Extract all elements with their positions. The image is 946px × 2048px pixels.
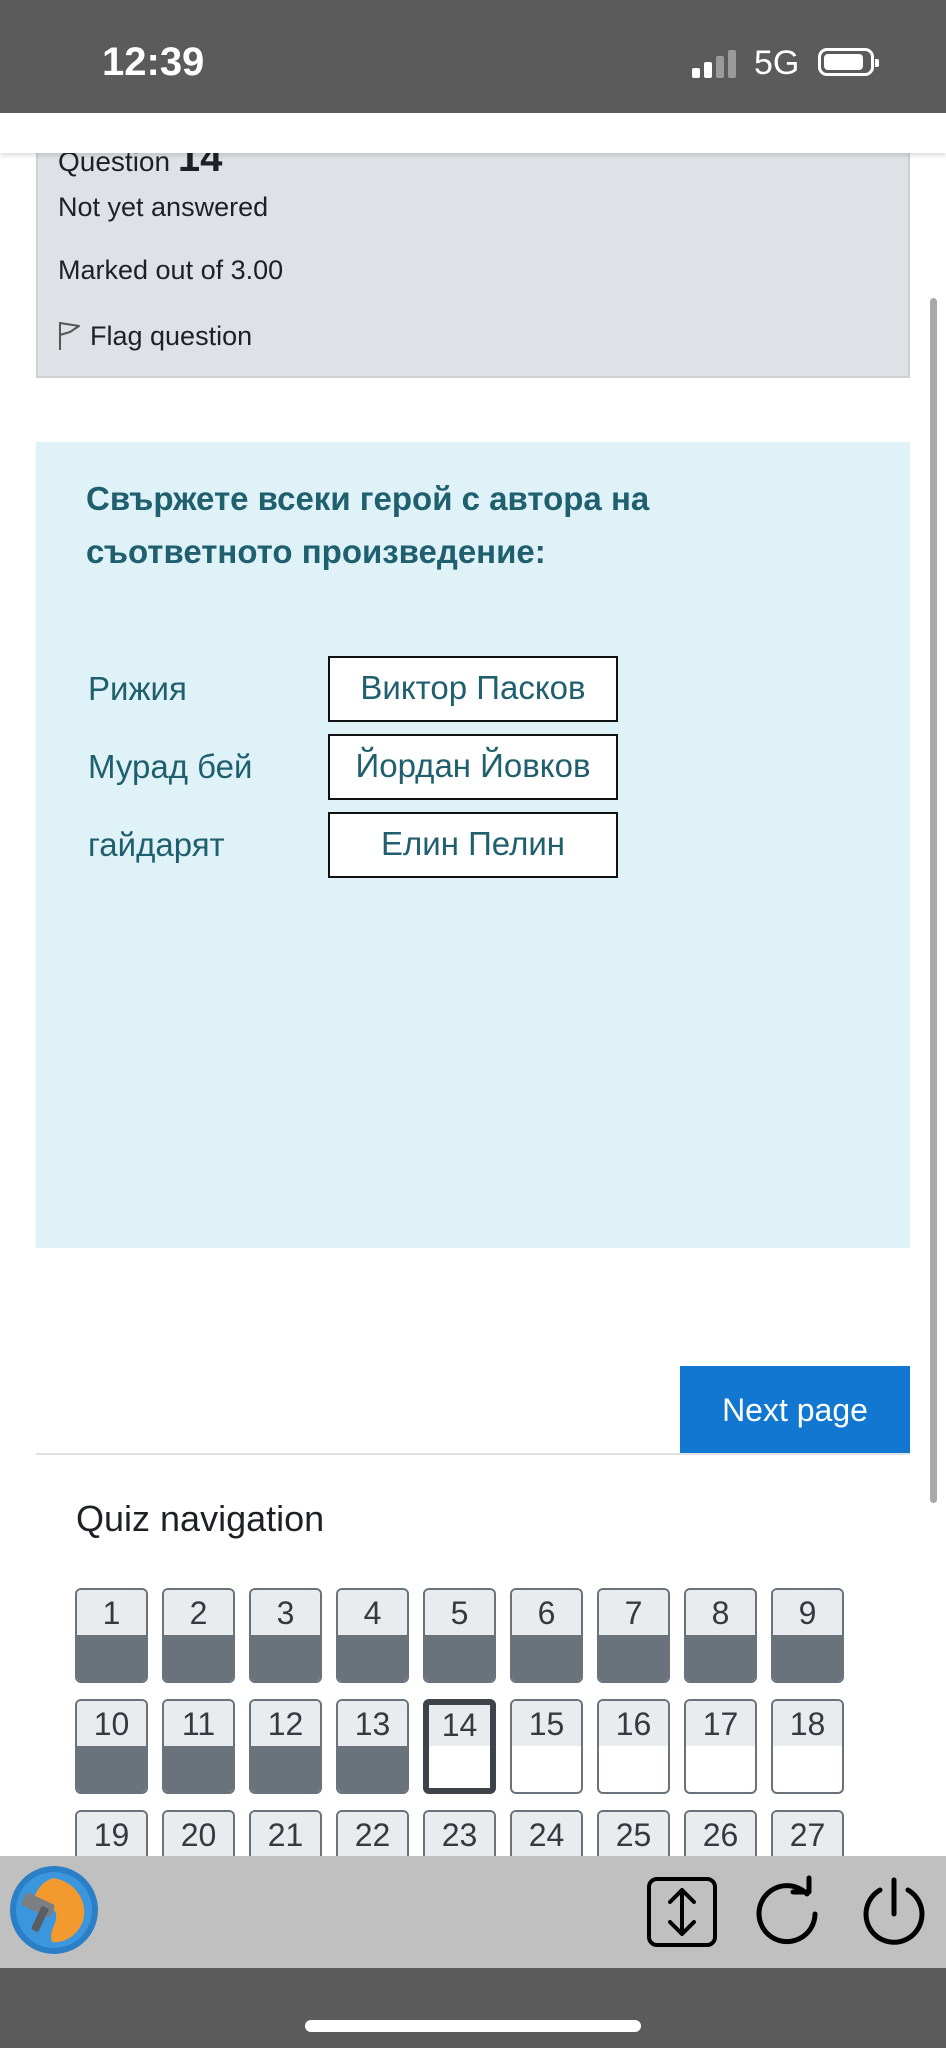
quiz-nav-button[interactable]: 20 [162, 1810, 235, 1858]
quiz-nav-button-number: 23 [425, 1812, 494, 1857]
quiz-nav-button-number: 10 [77, 1701, 146, 1746]
reload-icon[interactable] [749, 1874, 825, 1950]
page-header-strip [0, 113, 946, 153]
next-page-button[interactable]: Next page [680, 1366, 910, 1454]
home-indicator-area [0, 1968, 946, 2048]
quiz-nav-button-number: 8 [686, 1590, 755, 1635]
app-logo-icon[interactable] [8, 1864, 100, 1956]
quiz-nav-button-state [251, 1746, 320, 1792]
status-time: 12:39 [102, 40, 205, 84]
power-icon[interactable] [856, 1874, 932, 1950]
quiz-nav-button-number: 9 [773, 1590, 842, 1635]
quiz-nav-button-number: 11 [164, 1701, 233, 1746]
quiz-navigation-title: Quiz navigation [76, 1498, 325, 1539]
quiz-nav-button[interactable]: 4 [336, 1588, 409, 1683]
quiz-nav-button-state [251, 1635, 320, 1681]
status-bar: 12:39 5G [0, 0, 946, 113]
quiz-nav-button-number: 12 [251, 1701, 320, 1746]
quiz-nav-button-state [338, 1746, 407, 1792]
question-content: Свържете всеки герой с автора на съответ… [36, 442, 910, 1248]
quiz-nav-button-number: 14 [429, 1705, 490, 1746]
quiz-nav-button-state [773, 1635, 842, 1681]
quiz-nav-button-number: 18 [773, 1701, 842, 1746]
quiz-nav-button[interactable]: 16 [597, 1699, 670, 1794]
quiz-nav-button[interactable]: 15 [510, 1699, 583, 1794]
quiz-nav-button-number: 21 [251, 1812, 320, 1857]
quiz-nav-button[interactable]: 8 [684, 1588, 757, 1683]
quiz-nav-button[interactable]: 10 [75, 1699, 148, 1794]
quiz-nav-button-number: 13 [338, 1701, 407, 1746]
quiz-nav-button-number: 22 [338, 1812, 407, 1857]
quiz-nav-button-number: 15 [512, 1701, 581, 1746]
question-marks: Marked out of 3.00 [58, 255, 284, 285]
quiz-nav-button-number: 26 [686, 1812, 755, 1857]
quiz-nav-button[interactable]: 25 [597, 1810, 670, 1858]
bottom-toolbar [0, 1856, 946, 1968]
expand-vertical-icon[interactable] [644, 1874, 720, 1950]
quiz-nav-button[interactable]: 9 [771, 1588, 844, 1683]
quiz-nav-button[interactable]: 19 [75, 1810, 148, 1858]
quiz-nav-button-state [599, 1635, 668, 1681]
quiz-nav-button-number: 3 [251, 1590, 320, 1635]
quiz-nav-button[interactable]: 2 [162, 1588, 235, 1683]
match-stem: Рижия [88, 670, 187, 707]
quiz-nav-button-number: 19 [77, 1812, 146, 1857]
match-stem: гайдарят [88, 826, 225, 863]
match-stem: Мурад бей [88, 748, 253, 785]
question-text: Свържете всеки герой с автора на съответ… [86, 480, 650, 570]
flag-question-label: Flag question [90, 320, 253, 351]
quiz-nav-button-number: 7 [599, 1590, 668, 1635]
quiz-nav-button[interactable]: 14 [423, 1699, 496, 1794]
quiz-nav-button-state [686, 1635, 755, 1681]
quiz-nav-button-state [77, 1746, 146, 1792]
match-answer-select[interactable]: Елин Пелин [328, 812, 618, 878]
quiz-nav-button-number: 5 [425, 1590, 494, 1635]
quiz-nav-button-state [425, 1635, 494, 1681]
quiz-navigation-grid: 1 2 3 4 5 6 7 8 9 10 11 12 13 14 15 16 17 18 19 20 21 22 23 24 2… [75, 1588, 875, 1858]
quiz-nav-button[interactable]: 13 [336, 1699, 409, 1794]
quiz-nav-button-number: 2 [164, 1590, 233, 1635]
quiz-nav-button-state [512, 1635, 581, 1681]
quiz-nav-button-number: 4 [338, 1590, 407, 1635]
quiz-nav-button-number: 16 [599, 1701, 668, 1746]
quiz-nav-button[interactable]: 3 [249, 1588, 322, 1683]
quiz-nav-button-number: 17 [686, 1701, 755, 1746]
question-info: Question 14 Not yet answered Marked out … [36, 136, 910, 378]
home-indicator[interactable] [305, 2020, 641, 2032]
quiz-nav-button[interactable]: 21 [249, 1810, 322, 1858]
quiz-nav-button[interactable]: 27 [771, 1810, 844, 1858]
quiz-nav-button[interactable]: 22 [336, 1810, 409, 1858]
quiz-nav-button-number: 25 [599, 1812, 668, 1857]
battery-icon [818, 48, 879, 76]
quiz-nav-button[interactable]: 5 [423, 1588, 496, 1683]
quiz-nav-button-state [164, 1635, 233, 1681]
quiz-nav-button-number: 24 [512, 1812, 581, 1857]
quiz-nav-button-state [77, 1635, 146, 1681]
quiz-nav-button[interactable]: 6 [510, 1588, 583, 1683]
quiz-nav-button-state [338, 1635, 407, 1681]
quiz-nav-button[interactable]: 24 [510, 1810, 583, 1858]
quiz-nav-button[interactable]: 7 [597, 1588, 670, 1683]
match-answer-select[interactable]: Йордан Йовков [328, 734, 618, 800]
quiz-nav-button[interactable]: 11 [162, 1699, 235, 1794]
quiz-nav-button[interactable]: 17 [684, 1699, 757, 1794]
match-answer-select[interactable]: Виктор Пасков [328, 656, 618, 722]
network-type: 5G [754, 44, 800, 82]
signal-icon [692, 50, 738, 78]
scrollbar[interactable] [930, 298, 937, 1503]
quiz-nav-button-number: 20 [164, 1812, 233, 1857]
divider [36, 1453, 910, 1455]
flag-question-link[interactable]: Flag question [56, 320, 252, 352]
quiz-nav-button[interactable]: 23 [423, 1810, 496, 1858]
flag-icon [59, 322, 80, 350]
quiz-nav-button-number: 1 [77, 1590, 146, 1635]
quiz-nav-button[interactable]: 26 [684, 1810, 757, 1858]
quiz-nav-button-number: 27 [773, 1812, 842, 1857]
question-status: Not yet answered [58, 192, 269, 222]
quiz-nav-button[interactable]: 18 [771, 1699, 844, 1794]
quiz-nav-button[interactable]: 1 [75, 1588, 148, 1683]
quiz-nav-button-state [164, 1746, 233, 1792]
quiz-nav-button[interactable]: 12 [249, 1699, 322, 1794]
quiz-nav-button-number: 6 [512, 1590, 581, 1635]
